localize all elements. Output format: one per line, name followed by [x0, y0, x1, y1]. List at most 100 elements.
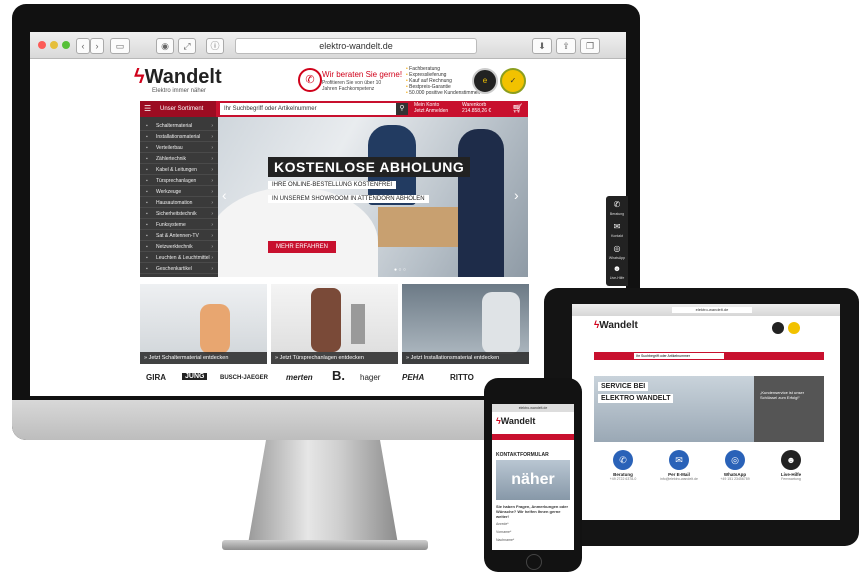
category-tile[interactable]: » Jetzt Installationsmaterial entdecken — [402, 284, 529, 364]
carousel-prev-icon[interactable]: ‹ — [222, 187, 227, 203]
zoom-window-button[interactable] — [62, 41, 70, 49]
cart-icon[interactable]: 🛒︎ — [512, 103, 523, 114]
sidebar-item[interactable]: Geschenkartikel — [140, 264, 218, 274]
sidebar-item[interactable]: Werkzeuge — [140, 187, 218, 197]
sidebar-item[interactable]: Schaltermaterial — [140, 121, 218, 131]
ipad-browser-toolbar: elektro-wandelt.de — [572, 304, 840, 316]
iphone-address-bar[interactable]: elektro-wandelt.de — [492, 404, 574, 412]
hero-person-image — [458, 129, 504, 277]
ipad-service-item[interactable]: ☻ Live-Hilfe Fernwartung — [768, 450, 814, 481]
mail-icon: ✉ — [669, 450, 689, 470]
phone-icon[interactable]: ✆ — [606, 200, 628, 209]
search-input[interactable]: Ihr Suchbegriff oder Artikelnummer — [220, 103, 396, 115]
hero-cta-button[interactable]: MEHR ERFAHREN — [268, 241, 337, 253]
share-icon[interactable]: ⇪ — [556, 38, 576, 54]
carousel-next-icon[interactable]: › — [514, 187, 519, 203]
sidebar-item[interactable]: Funksysteme — [140, 220, 218, 230]
back-icon[interactable]: ‹ — [76, 38, 90, 54]
sidebar-item[interactable]: Sat & Antennen-TV — [140, 231, 218, 241]
ipad-screen: elektro-wandelt.de ϟWandelt Ihr Suchbegr… — [572, 304, 840, 520]
ipad-address-bar[interactable]: elektro-wandelt.de — [672, 307, 752, 313]
download-icon[interactable]: ⬇ — [532, 38, 552, 54]
service-sub: +49 2722 6378-0 — [609, 477, 637, 481]
tile-label: » Jetzt Türsprechanlagen entdecken — [271, 352, 398, 364]
sidebar-item[interactable]: Hausautomation — [140, 198, 218, 208]
brand-logo[interactable]: RITTO — [450, 373, 474, 382]
sidebar-item[interactable]: Verteilerbau — [140, 143, 218, 153]
ipad-hero-title: SERVICE BEI — [598, 382, 649, 391]
mail-icon[interactable]: ✉ — [606, 222, 628, 231]
site-logo[interactable]: ϟWandelt — [134, 66, 222, 89]
sidebar-item[interactable]: Leuchten & Leuchtmittel — [140, 253, 218, 263]
browser-toolbar: ‹ › ▭ ◉ ⤢ ⓘ elektro-wandelt.de ⬇ ⇪ ❐ — [30, 32, 626, 59]
minimize-window-button[interactable] — [50, 41, 58, 49]
ipad-service-item[interactable]: ✉ Per E-Mail info@elektro-wandelt.de — [656, 450, 702, 481]
address-bar[interactable]: elektro-wandelt.de — [235, 38, 477, 54]
user-icon: ☻ — [781, 450, 801, 470]
contact-form-title: KONTAKTFORMULAR — [496, 452, 549, 458]
brand-logo[interactable]: JUNG — [182, 373, 208, 380]
search-icon[interactable]: ⚲ — [396, 103, 408, 115]
cart-link[interactable]: Warenkorb 214.858,26 € — [462, 102, 491, 114]
ipad-service-item[interactable]: ◎ WhatsApp +49 151 23456789 — [712, 450, 758, 481]
sidebar-item[interactable]: Netzwerktechnik — [140, 242, 218, 252]
brand-logo[interactable]: BUSCH-JAEGER — [220, 375, 268, 381]
intercom-image — [351, 304, 365, 344]
hamburger-icon: ☰ — [144, 104, 152, 113]
whatsapp-icon[interactable]: ◎ — [606, 244, 628, 253]
quality-seal-icon[interactable]: ✓ — [500, 68, 526, 94]
hero-subtitle: IHRE ONLINE-BESTELLUNG KOSTENFREI — [268, 181, 397, 189]
sidebar-icon[interactable]: ▭ — [110, 38, 130, 54]
hotline-title: Wir beraten Sie gerne! — [322, 70, 403, 79]
category-sidebar: Schaltermaterial Installationsmaterial V… — [140, 117, 218, 277]
expand-icon[interactable]: ⤢ — [178, 38, 196, 54]
account-link[interactable]: Mein Konto Jetzt Anmelden — [414, 102, 448, 114]
brand-logo[interactable]: merten — [286, 373, 313, 382]
user-icon[interactable]: ☻ — [606, 264, 628, 273]
service-sub: +49 151 23456789 — [720, 477, 750, 481]
tabs-icon[interactable]: ❐ — [580, 38, 600, 54]
category-menu-button[interactable]: Unser Sortiment — [140, 101, 216, 117]
ipad-logo[interactable]: ϟWandelt — [594, 320, 638, 331]
trusted-shops-badge-icon[interactable]: e — [472, 68, 498, 94]
logo-text: Wandelt — [144, 66, 222, 88]
ipad-search-input[interactable]: Ihr Suchbegriff oder Artikelnummer — [634, 353, 724, 359]
sidebar-item[interactable]: Installationsmaterial — [140, 132, 218, 142]
brand-logo[interactable]: hager — [360, 373, 380, 382]
close-window-button[interactable] — [38, 41, 46, 49]
cart-value: 214.858,26 € — [462, 108, 492, 114]
phone-icon: ✆ — [613, 450, 633, 470]
shield-icon[interactable]: ◉ — [156, 38, 174, 54]
ipad-hero-title: ELEKTRO WANDELT — [598, 394, 674, 403]
logo-text: Wandelt — [500, 416, 536, 426]
sidebar-item[interactable]: Türsprechanlagen — [140, 176, 218, 186]
brand-logo[interactable]: PEHA — [402, 373, 424, 382]
info-icon[interactable]: ⓘ — [206, 38, 224, 54]
forward-icon[interactable]: › — [90, 38, 104, 54]
sidebar-item[interactable]: Sicherheitstechnik — [140, 209, 218, 219]
phone-icon: ✆ — [298, 68, 322, 92]
contact-floatbar: ✆ Beratung ✉ Kontakt ◎ WhatsApp ☻ Live-H… — [606, 196, 628, 286]
logo-text: Wandelt — [599, 320, 638, 331]
ipad-service-item[interactable]: ✆ Beratung +49 2722 6378-0 — [600, 450, 646, 481]
iphone-hero-image: näher — [496, 460, 570, 500]
iphone-logo[interactable]: ϟWandelt — [496, 416, 535, 426]
brand-logo[interactable]: B. — [332, 368, 345, 383]
brand-logo[interactable]: GIRA — [146, 373, 166, 382]
category-tile[interactable]: » Jetzt Schaltermaterial entdecken — [140, 284, 267, 364]
contact-form-text: Sie haben Fragen, Anmerkungen oder Wünsc… — [496, 504, 569, 519]
tile-image — [200, 304, 230, 354]
trusted-shops-badge-icon — [772, 322, 784, 334]
floatbar-label: Live-Hilfe — [609, 276, 625, 280]
whatsapp-icon: ◎ — [725, 450, 745, 470]
carousel-dots[interactable]: ● ○ ○ — [394, 267, 406, 273]
hero-banner[interactable]: KOSTENLOSE ABHOLUNG IHRE ONLINE-BESTELLU… — [218, 117, 528, 277]
category-tile[interactable]: » Jetzt Türsprechanlagen entdecken — [271, 284, 398, 364]
floatbar-label: WhatsApp — [608, 256, 626, 260]
form-field-label: Nachname* — [496, 538, 515, 542]
imac-screen: ‹ › ▭ ◉ ⤢ ⓘ elektro-wandelt.de ⬇ ⇪ ❐ ϟWa… — [30, 32, 626, 396]
imac-stand-base — [222, 540, 428, 550]
iphone-home-button[interactable] — [526, 554, 542, 570]
sidebar-item[interactable]: Zählertechnik — [140, 154, 218, 164]
sidebar-item[interactable]: Kabel & Leitungen — [140, 165, 218, 175]
